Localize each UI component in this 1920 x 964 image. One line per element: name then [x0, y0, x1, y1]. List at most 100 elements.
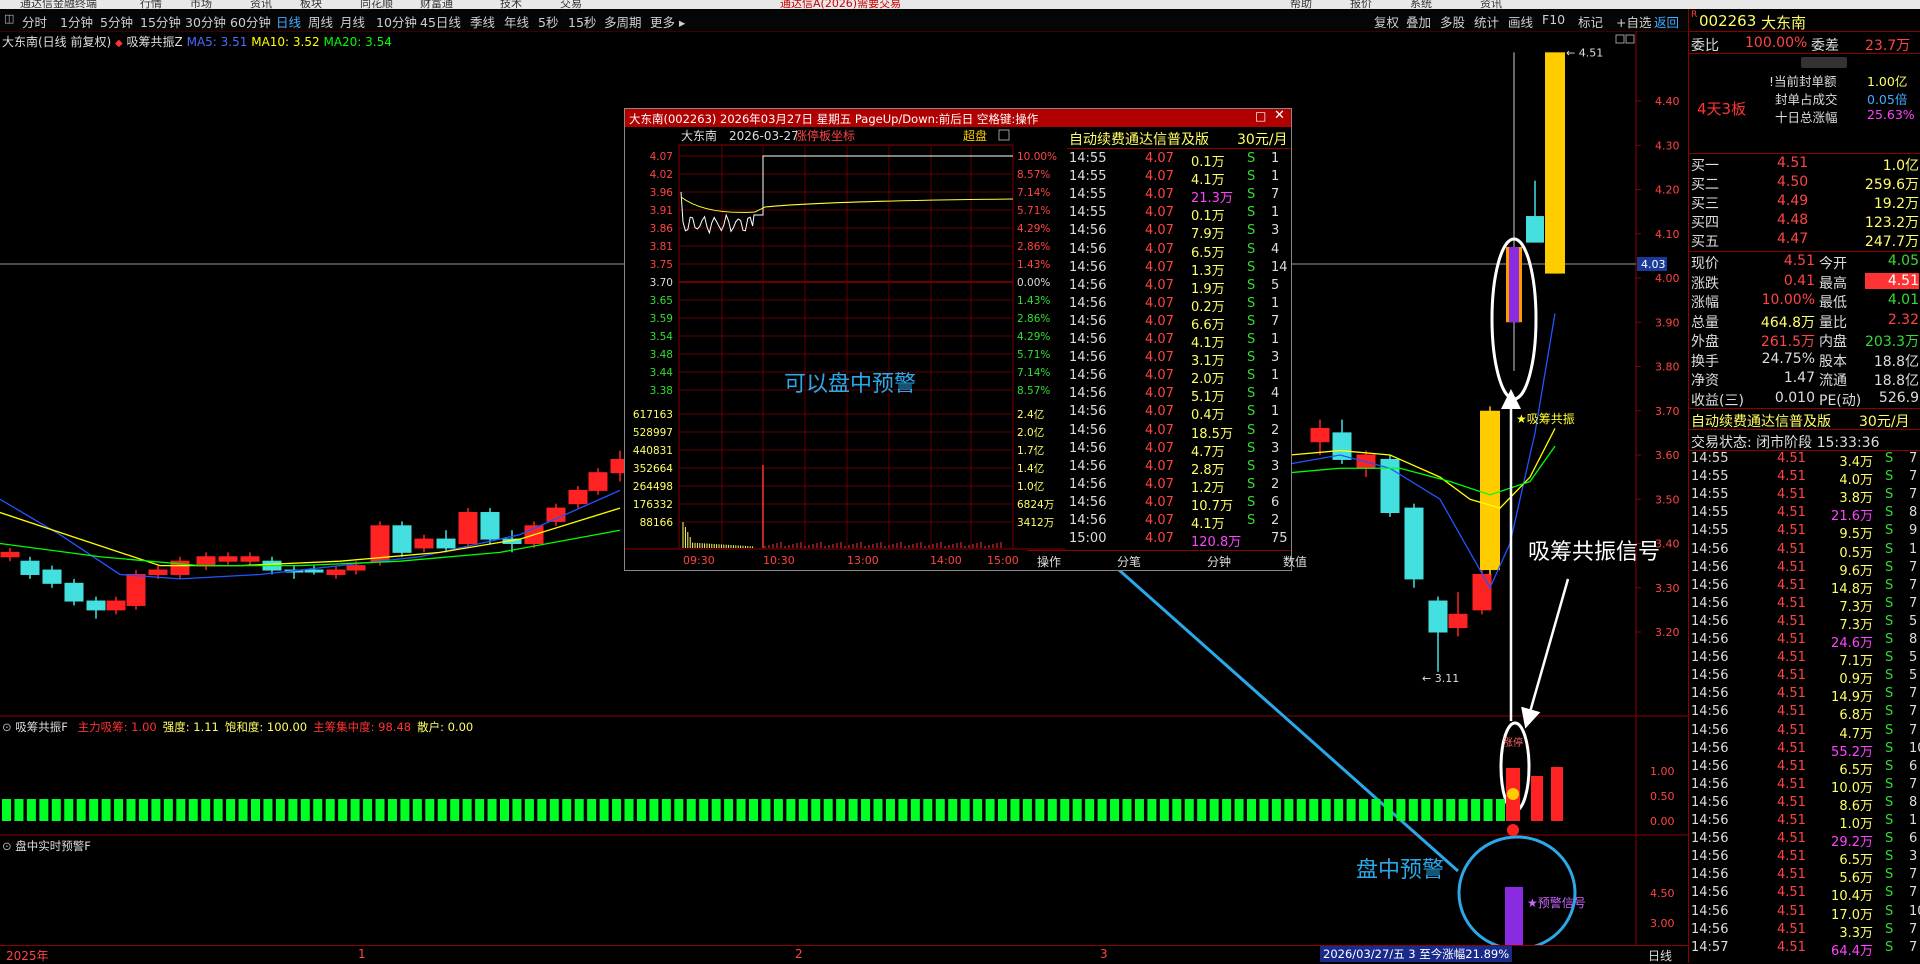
- period-tab[interactable]: 30分钟: [185, 12, 226, 31]
- maximize-icon[interactable]: □: [1255, 109, 1266, 123]
- menu-item[interactable]: 资讯: [250, 0, 272, 9]
- menu-item[interactable]: 资讯: [1480, 0, 1502, 9]
- period-tab[interactable]: 分时: [22, 12, 47, 31]
- popup-tab[interactable]: 分钟: [1207, 553, 1231, 570]
- chart-indicator-name[interactable]: 吸筹共振Z: [127, 35, 183, 49]
- candle-body: [126, 573, 146, 606]
- period-tab[interactable]: 1分钟: [60, 12, 93, 31]
- period-indicator[interactable]: 日线: [1648, 947, 1672, 964]
- side-tick-side: S: [1885, 939, 1894, 955]
- popup-time-label: 09:30: [683, 554, 715, 567]
- tick-side: S: [1247, 368, 1256, 384]
- popup-titlebar[interactable]: 大东南(002263) 2026年03月27日 星期五 PageUp/Down:…: [625, 108, 1291, 127]
- ind1-param: 散户: 0.00: [417, 720, 474, 734]
- toolbar-button[interactable]: 标记: [1578, 12, 1603, 31]
- bid-volume: 247.7万: [1864, 234, 1919, 250]
- menu-item[interactable]: 系统: [1410, 0, 1432, 9]
- ind1-bar: [1184, 799, 1194, 821]
- ind1-bar: [1483, 799, 1493, 821]
- menu-item[interactable]: 板块: [300, 0, 322, 9]
- limit-up-candle: [1545, 52, 1565, 274]
- side-tick-time: 14:56: [1691, 740, 1729, 756]
- toolbar-button[interactable]: 叠加: [1406, 12, 1431, 31]
- window-icon[interactable]: ◫: [4, 12, 14, 25]
- toolbar-button[interactable]: 统计: [1474, 12, 1499, 31]
- quote-value: 203.3万: [1865, 334, 1920, 350]
- ind1-bar: [500, 799, 509, 821]
- ma5-label: MA5: 3.51: [186, 35, 248, 49]
- popup-pct-label: 1.43%: [1017, 259, 1050, 271]
- period-tab[interactable]: 15秒: [568, 12, 596, 31]
- ind1-bar: [76, 799, 86, 821]
- popup-tab[interactable]: 分笔: [1117, 553, 1141, 570]
- period-tab[interactable]: 45日线: [420, 12, 461, 31]
- side-tick-count: 7: [1909, 939, 1918, 955]
- collapse-icon[interactable]: ⊙: [2, 720, 12, 734]
- period-tab[interactable]: 15分钟: [140, 12, 181, 31]
- ind1-bar: [773, 799, 783, 821]
- menu-item[interactable]: 市场: [190, 0, 212, 9]
- period-tab[interactable]: 日线: [276, 12, 301, 31]
- intraday-popup-window[interactable]: 大东南(002263) 2026年03月27日 星期五 PageUp/Down:…: [624, 108, 1307, 571]
- period-tab[interactable]: 5秒: [538, 12, 558, 31]
- period-tab[interactable]: 10分钟: [376, 12, 417, 31]
- seal-ratio: 0.05倍: [1867, 92, 1908, 107]
- tick-time: 14:56: [1069, 404, 1107, 420]
- period-tab[interactable]: 更多 ▸: [650, 12, 685, 31]
- indicator2-name[interactable]: 盘中实时预警F: [15, 839, 91, 853]
- tick-time: 14:56: [1069, 494, 1107, 510]
- period-tab[interactable]: 年线: [504, 12, 529, 31]
- indicator1-name[interactable]: 吸筹共振F: [15, 720, 68, 734]
- intraday-chart[interactable]: 大东南 2026-03-27涨停板坐标 超盘 4.07 10.00% 4.02 8.57% 3…: [625, 127, 1065, 570]
- side-tick-count: 7: [1909, 577, 1918, 593]
- menu-item[interactable]: 同花顺: [360, 0, 393, 9]
- tick-count: 5: [1271, 277, 1280, 293]
- menu-item[interactable]: 通达信金融终端: [20, 0, 97, 9]
- side-tick-volume: 10.4万: [1831, 889, 1873, 905]
- toolbar-button[interactable]: 返回: [1654, 12, 1679, 31]
- period-tab[interactable]: 季线: [470, 12, 495, 31]
- popup-tab[interactable]: 数值: [1283, 553, 1307, 570]
- r-marker: R: [1691, 10, 1698, 20]
- menu-item[interactable]: 报价: [1350, 0, 1372, 9]
- ind1-bar: [437, 799, 447, 821]
- ind1-bar: [686, 799, 696, 821]
- ind1-bar: [126, 799, 136, 821]
- popup-ad-title[interactable]: 自动续费通达信普及版: [1069, 129, 1209, 149]
- side-tick-side: S: [1885, 505, 1894, 521]
- toolbar-button[interactable]: 多股: [1440, 12, 1465, 31]
- warning-signal-label: ★预警信号: [1527, 895, 1586, 910]
- candle-body: [86, 600, 106, 611]
- quote-label: 量比: [1819, 314, 1847, 331]
- popup-tab[interactable]: 操作: [1037, 553, 1061, 570]
- popup-price-label: 4.02: [650, 169, 673, 181]
- period-tab[interactable]: 周线: [308, 12, 333, 31]
- toolbar-button[interactable]: F10: [1542, 12, 1565, 27]
- side-ad-row[interactable]: 自动续费通达信普及版 30元/月: [1689, 408, 1920, 430]
- side-tick-price: 4.51: [1777, 650, 1806, 666]
- collapse-icon[interactable]: ⊙: [2, 839, 12, 853]
- side-tick-time: 14:56: [1691, 921, 1729, 937]
- tick-price: 4.07: [1145, 259, 1174, 275]
- period-tab[interactable]: 月线: [340, 12, 365, 31]
- side-ad-title[interactable]: 自动续费通达信普及版: [1691, 411, 1831, 431]
- period-tab[interactable]: 60分钟: [230, 12, 271, 31]
- menu-item[interactable]: 行情: [140, 0, 162, 9]
- close-icon[interactable]: ✕: [1274, 108, 1285, 123]
- side-tick-price: 4.51: [1777, 668, 1806, 684]
- side-tick-price: 4.51: [1777, 523, 1806, 539]
- menu-item[interactable]: 帮助: [1290, 0, 1312, 9]
- ind1-bar: [599, 799, 609, 821]
- ind1-bar: [1296, 799, 1306, 821]
- menu-item[interactable]: 财富通: [420, 0, 453, 9]
- toolbar-button[interactable]: 复权: [1374, 12, 1399, 31]
- menu-item[interactable]: 通达信A(2026)需要交易: [780, 0, 901, 9]
- toolbar-button[interactable]: 画线: [1508, 12, 1533, 31]
- period-tab[interactable]: 多周期: [604, 12, 642, 31]
- price-tick-label: 4.00: [1655, 272, 1680, 285]
- menu-item[interactable]: 交易: [560, 0, 582, 9]
- period-tab[interactable]: 5分钟: [100, 12, 133, 31]
- menu-item[interactable]: 技术: [500, 0, 522, 9]
- stock-code: 002263: [1699, 12, 1757, 30]
- toolbar-button[interactable]: +自选: [1616, 12, 1651, 31]
